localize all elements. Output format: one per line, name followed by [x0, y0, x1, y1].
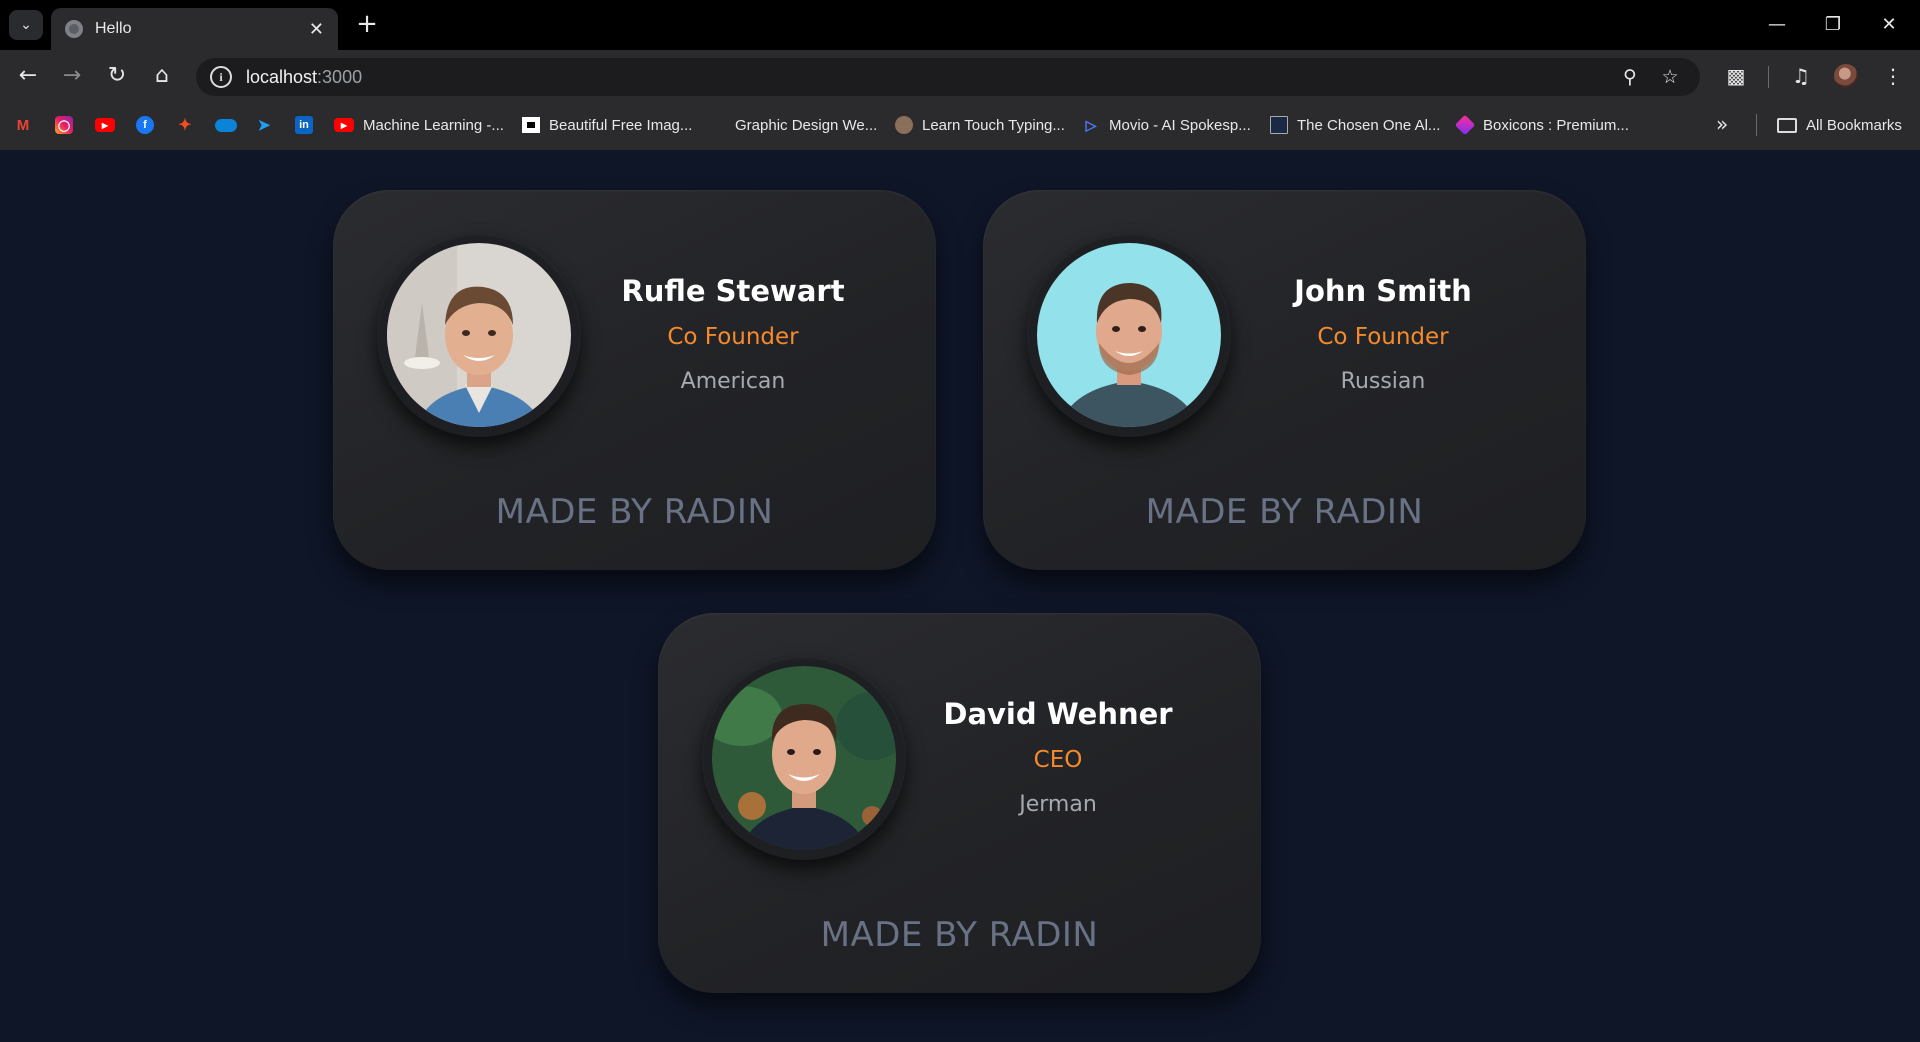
home-icon[interactable]: ⌂: [146, 60, 178, 92]
bookmark-the-chosen-one[interactable]: The Chosen One Al...: [1270, 114, 1440, 136]
card-info: Rufle Stewart Co Founder American: [603, 273, 863, 399]
blank-icon: [708, 116, 726, 134]
active-tab[interactable]: Hello ✕: [51, 8, 338, 50]
tab-title: Hello: [95, 20, 132, 37]
portrait-photo-icon: [387, 243, 571, 427]
onedrive-icon: [215, 118, 237, 132]
bookmark-gmail[interactable]: M: [14, 114, 32, 136]
chevron-double-right-icon[interactable]: »: [1716, 112, 1728, 136]
tab-search-button[interactable]: ⌄: [9, 10, 43, 40]
bookmark-label: The Chosen One Al...: [1297, 116, 1441, 134]
new-tab-button[interactable]: +: [352, 10, 382, 40]
bookmark-machine-learning[interactable]: ▶ Machine Learning -...: [334, 114, 504, 136]
forward-icon[interactable]: →: [56, 60, 88, 92]
minimize-icon[interactable]: —: [1754, 8, 1800, 42]
bird-icon: ➤: [257, 117, 271, 134]
card-country: Jerman: [1019, 792, 1097, 817]
bookmark-facebook[interactable]: f: [136, 114, 154, 136]
card-role: Co Founder: [667, 324, 799, 350]
bookmark-instagram[interactable]: ◯: [55, 114, 73, 136]
facebook-icon: f: [136, 116, 154, 134]
window-close-icon[interactable]: ✕: [1866, 8, 1912, 42]
chosen-icon: [1270, 116, 1288, 134]
back-icon[interactable]: ←: [12, 60, 44, 92]
card-footer: MADE BY RADIN: [820, 915, 1099, 955]
bookmarks-divider: [1756, 114, 1757, 136]
bookmark-label: Machine Learning -...: [363, 116, 504, 134]
profile-card: John Smith Co Founder Russian MADE BY RA…: [983, 190, 1586, 570]
card-footer: MADE BY RADIN: [1145, 492, 1424, 532]
bookmark-bird[interactable]: ➤: [255, 114, 273, 136]
avatar-ring: [702, 656, 906, 860]
tab-strip: ⌄ Hello ✕ + — ❐ ✕: [0, 0, 1920, 50]
card-info: David Wehner CEO Jerman: [928, 696, 1188, 822]
card-country: Russian: [1340, 369, 1426, 394]
url-port: :3000: [317, 66, 363, 87]
gmail-icon: M: [16, 116, 30, 134]
card-name: John Smith: [1294, 274, 1472, 308]
media-control-icon[interactable]: ♫: [1787, 62, 1815, 90]
profile-avatar[interactable]: [1834, 64, 1858, 88]
toolbar-divider: [1768, 66, 1769, 88]
avatar-ring: [1027, 233, 1231, 437]
browser-toolbar: ← → ↻ ⌂ i localhost:3000 ⚲ ☆ ▩ ♫ ⋮: [0, 50, 1920, 100]
unsplash-icon: [522, 117, 540, 133]
instagram-icon: ◯: [55, 116, 73, 134]
profile-card: Rufle Stewart Co Founder American MADE B…: [333, 190, 936, 570]
chevron-down-icon: ⌄: [20, 17, 32, 33]
bookmark-graphic-design[interactable]: Graphic Design We...: [708, 114, 877, 136]
typing-icon: [895, 116, 913, 134]
card-name: Rufle Stewart: [621, 274, 845, 308]
bookmarks-bar: M ◯ ▶ f ✦ ➤ in ▶ Machine Learning -... B…: [0, 100, 1920, 150]
extensions-icon[interactable]: ▩: [1722, 62, 1750, 90]
bookmark-label: Learn Touch Typing...: [922, 116, 1065, 134]
boxicons-icon: [1454, 114, 1476, 136]
card-role: CEO: [1033, 747, 1083, 773]
card-role: Co Founder: [1317, 324, 1449, 350]
avatar: [1037, 243, 1221, 427]
all-bookmarks-button[interactable]: All Bookmarks: [1777, 114, 1902, 136]
bookmark-movio[interactable]: ▷ Movio - AI Spokesp...: [1082, 114, 1251, 136]
bookmark-boxicons[interactable]: Boxicons : Premium...: [1454, 114, 1629, 136]
figma-icon: ✦: [178, 117, 192, 134]
portrait-photo-icon: [1037, 243, 1221, 427]
all-bookmarks-label: All Bookmarks: [1806, 116, 1902, 134]
profile-card: David Wehner CEO Jerman MADE BY RADIN: [658, 613, 1261, 993]
close-icon[interactable]: ✕: [309, 19, 324, 40]
avatar: [712, 666, 896, 850]
avatar: [387, 243, 571, 427]
portrait-photo-icon: [712, 666, 896, 850]
bookmark-label: Boxicons : Premium...: [1483, 116, 1629, 134]
menu-icon[interactable]: ⋮: [1879, 62, 1907, 90]
movio-icon: ▷: [1085, 116, 1097, 133]
card-country: American: [680, 369, 786, 394]
card-name: David Wehner: [943, 697, 1173, 731]
star-icon[interactable]: ☆: [1658, 65, 1682, 89]
bookmark-learn-touch-typing[interactable]: Learn Touch Typing...: [895, 114, 1065, 136]
bookmark-onedrive[interactable]: [215, 114, 237, 136]
globe-icon: [65, 20, 83, 38]
card-info: John Smith Co Founder Russian: [1253, 273, 1513, 399]
bookmark-label: Movio - AI Spokesp...: [1109, 116, 1251, 134]
avatar-ring: [377, 233, 581, 437]
folder-icon: [1777, 117, 1797, 133]
url-host: localhost: [246, 66, 318, 87]
bookmark-figma[interactable]: ✦: [176, 114, 194, 136]
restore-icon[interactable]: ❐: [1810, 8, 1856, 42]
bookmark-label: Graphic Design We...: [735, 116, 878, 134]
address-bar[interactable]: i localhost:3000 ⚲ ☆: [196, 58, 1700, 96]
reload-icon[interactable]: ↻: [101, 60, 133, 92]
youtube-icon: ▶: [95, 118, 115, 132]
bookmark-beautiful-free-images[interactable]: Beautiful Free Imag...: [522, 114, 692, 136]
card-footer: MADE BY RADIN: [495, 492, 774, 532]
bookmark-label: Beautiful Free Imag...: [549, 116, 693, 134]
bookmark-youtube[interactable]: ▶: [95, 114, 115, 136]
site-info-icon[interactable]: i: [210, 66, 232, 88]
zoom-icon[interactable]: ⚲: [1618, 65, 1642, 89]
linkedin-icon: in: [295, 116, 313, 134]
bookmark-linkedin[interactable]: in: [295, 114, 313, 136]
youtube-icon: ▶: [334, 118, 354, 132]
